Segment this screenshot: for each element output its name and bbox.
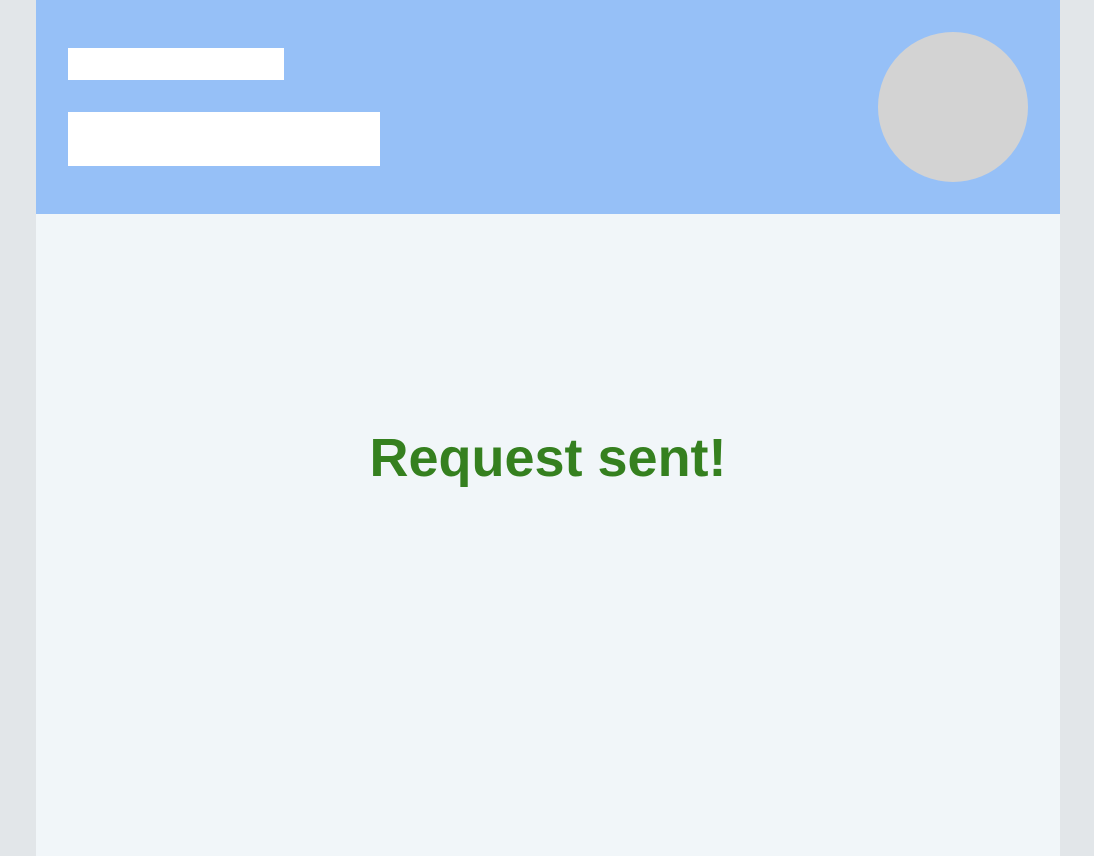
header-subtitle-placeholder <box>68 112 380 166</box>
main-content: Request sent! <box>36 214 1060 856</box>
header-banner <box>36 0 1060 214</box>
avatar <box>878 32 1028 182</box>
app-window: Request sent! <box>36 0 1060 856</box>
success-message: Request sent! <box>369 428 727 488</box>
header-title-placeholder <box>68 48 284 80</box>
